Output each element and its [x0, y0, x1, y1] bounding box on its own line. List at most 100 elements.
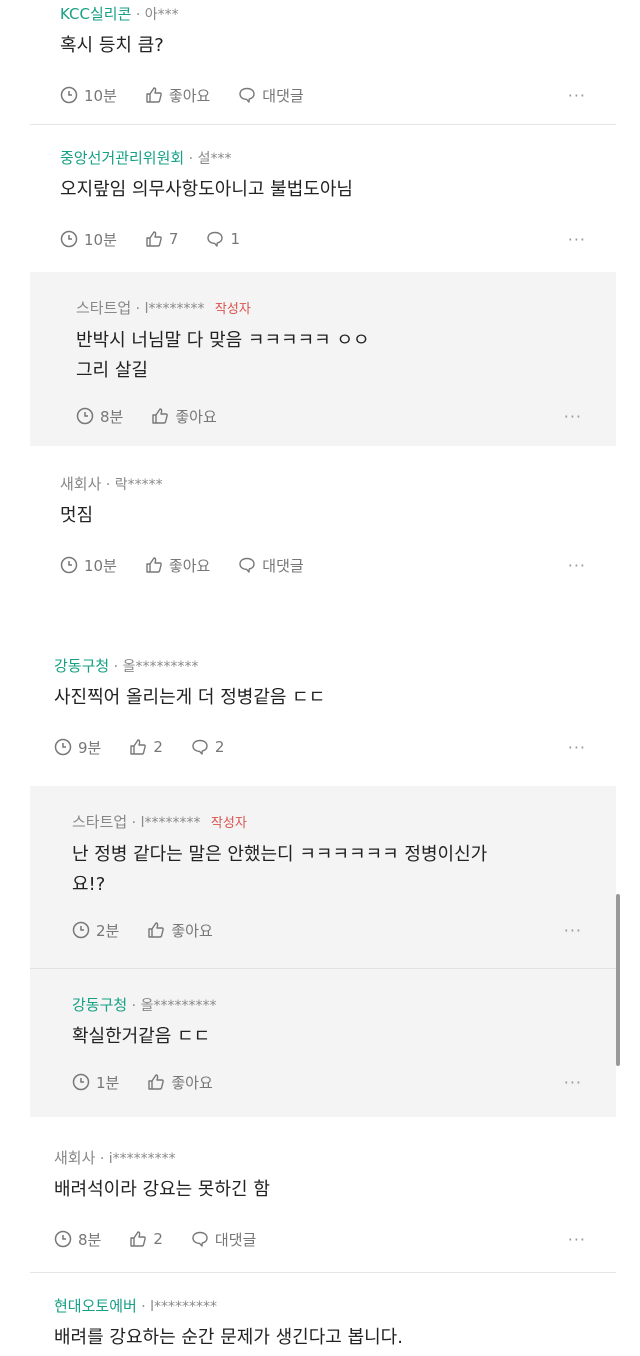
like-button[interactable]: 좋아요: [145, 85, 210, 106]
comment-author[interactable]: 스타트업: [76, 299, 131, 317]
divider: [30, 1272, 616, 1273]
thumbs-up-icon: [148, 922, 165, 938]
like-label: 좋아요: [168, 556, 211, 575]
more-options-button[interactable]: ···: [568, 86, 586, 105]
clock-icon: [76, 407, 94, 425]
time-meta: 10분: [60, 85, 117, 106]
more-options-button[interactable]: ···: [568, 738, 586, 757]
comment-handle: 설***: [197, 151, 232, 167]
comment-text: 난 정병 같다는 말은 안했는디 ㅋㅋㅋㅋㅋㅋ 정병이신가: [72, 844, 488, 865]
comment-handle: l********: [140, 815, 201, 831]
time-text: 10분: [84, 556, 117, 575]
clock-icon: [54, 738, 72, 756]
comment-item: 중앙선거관리위원회 · 설*** 오지랖임 의무사항도아니고 불법도아님 10분…: [0, 148, 640, 251]
more-options-button[interactable]: ···: [568, 556, 586, 575]
like-label: 좋아요: [171, 921, 213, 940]
reply-button[interactable]: 2: [191, 738, 224, 756]
comment-author[interactable]: 스타트업: [72, 813, 127, 831]
like-button[interactable]: 좋아요: [145, 555, 210, 576]
time-text: 9분: [78, 738, 102, 757]
thumbs-up-icon: [130, 739, 147, 755]
comment-item: 새회사 · i********* 배려석이라 강요는 못하긴 함 8분 2 대댓…: [0, 1148, 640, 1251]
comment-author[interactable]: 새회사: [54, 1149, 95, 1167]
comment-author[interactable]: KCC실리콘: [60, 5, 131, 23]
meta-separator: ·: [113, 659, 119, 675]
meta-separator: ·: [188, 151, 194, 167]
comment-handle: 올*********: [122, 659, 199, 675]
like-count: 2: [153, 738, 163, 756]
like-count: 7: [168, 230, 179, 248]
meta-separator: ·: [99, 1151, 105, 1167]
time-meta: 10분: [60, 229, 117, 250]
author-badge: 작성자: [210, 816, 247, 831]
reply-label: 대댓글: [214, 1230, 257, 1249]
comment-author[interactable]: 강동구청: [72, 996, 127, 1014]
speech-bubble-icon: [192, 739, 208, 755]
comment-author[interactable]: 강동구청: [54, 657, 109, 675]
comment-text: 배려석이라 강요는 못하긴 함: [54, 1179, 270, 1200]
comment-handle: 락*****: [114, 477, 163, 493]
more-options-button[interactable]: ···: [564, 921, 582, 940]
more-options-button[interactable]: ···: [568, 1230, 586, 1249]
reply-button[interactable]: 대댓글: [238, 85, 304, 106]
reply-count: 1: [230, 230, 240, 248]
meta-separator: ·: [141, 1299, 146, 1315]
clock-icon: [54, 1230, 72, 1248]
like-button[interactable]: 좋아요: [147, 920, 213, 941]
more-options-button[interactable]: ···: [568, 230, 586, 249]
thumbs-up-icon: [146, 87, 162, 103]
comment-handle: 올*********: [140, 998, 217, 1014]
thumbs-up-icon: [146, 557, 162, 573]
thumbs-up-icon: [148, 1074, 165, 1090]
like-label: 좋아요: [168, 86, 211, 105]
author-badge: 작성자: [214, 302, 251, 317]
like-label: 좋아요: [171, 1073, 213, 1092]
comment-handle: l********: [144, 301, 205, 317]
scrollbar[interactable]: [616, 894, 620, 1066]
like-label: 좋아요: [175, 407, 217, 426]
time-text: 8분: [100, 407, 124, 426]
comment-text: 확실한거같음 ㄷㄷ: [72, 1026, 211, 1047]
reply-button[interactable]: 대댓글: [238, 555, 304, 576]
more-options-button[interactable]: ···: [564, 1073, 582, 1092]
time-meta: 8분: [54, 1229, 101, 1250]
more-options-button[interactable]: ···: [564, 407, 582, 426]
time-meta: 10분: [60, 555, 117, 576]
comment-item: KCC실리콘 · 아*** 혹시 등치 큼? 10분 좋아요 대댓글 ···: [0, 0, 640, 107]
meta-separator: ·: [105, 477, 111, 493]
speech-bubble-icon: [239, 557, 255, 573]
time-text: 8분: [78, 1230, 102, 1249]
comment-text: 혹시 등치 큼?: [60, 35, 164, 56]
comment-text: 배려를 강요하는 순간 문제가 생긴다고 봅니다.: [54, 1327, 403, 1348]
clock-icon: [60, 556, 78, 574]
thumbs-up-icon: [130, 1231, 147, 1247]
like-button[interactable]: 2: [129, 1230, 163, 1248]
reply-label: 대댓글: [262, 86, 304, 105]
reply-item: 스타트업 · l******** 작성자 반박시 너님말 다 맞음 ㅋㅋㅋㅋㅋ …: [30, 272, 616, 446]
reply-button[interactable]: 1: [206, 230, 240, 248]
time-text: 1분: [96, 1073, 120, 1092]
like-button[interactable]: 좋아요: [147, 1072, 213, 1093]
comment-handle: 아***: [144, 7, 179, 23]
comment-handle: l*********: [150, 1299, 218, 1315]
comment-author[interactable]: 새회사: [60, 475, 101, 493]
speech-bubble-icon: [207, 231, 224, 247]
reply-item: 스타트업 · l******** 작성자 난 정병 같다는 말은 안했는디 ㅋㅋ…: [30, 786, 616, 968]
time-meta: 1분: [72, 1072, 119, 1093]
like-button[interactable]: 7: [145, 230, 179, 248]
comment-author[interactable]: 중앙선거관리위원회: [60, 149, 184, 167]
comment-author[interactable]: 현대오토에버: [54, 1297, 137, 1315]
reply-button[interactable]: 대댓글: [191, 1229, 256, 1250]
comment-text: 오지랖임 의무사항도아니고 불법도아님: [60, 179, 353, 200]
reply-item: 강동구청 · 올********* 확실한거같음 ㄷㄷ 1분 좋아요 ···: [30, 969, 616, 1117]
speech-bubble-icon: [192, 1231, 208, 1247]
comment-item: 새회사 · 락***** 멋짐 10분 좋아요 대댓글 ···: [0, 474, 640, 577]
meta-separator: ·: [131, 815, 137, 831]
comment-text-line2: 요!?: [72, 874, 106, 895]
clock-icon: [60, 230, 78, 248]
like-button[interactable]: 2: [129, 738, 163, 756]
like-button[interactable]: 좋아요: [151, 406, 217, 427]
clock-icon: [60, 86, 78, 104]
comment-text: 사진찍어 올리는게 더 정병같음 ㄷㄷ: [54, 687, 326, 708]
like-count: 2: [153, 1230, 163, 1248]
